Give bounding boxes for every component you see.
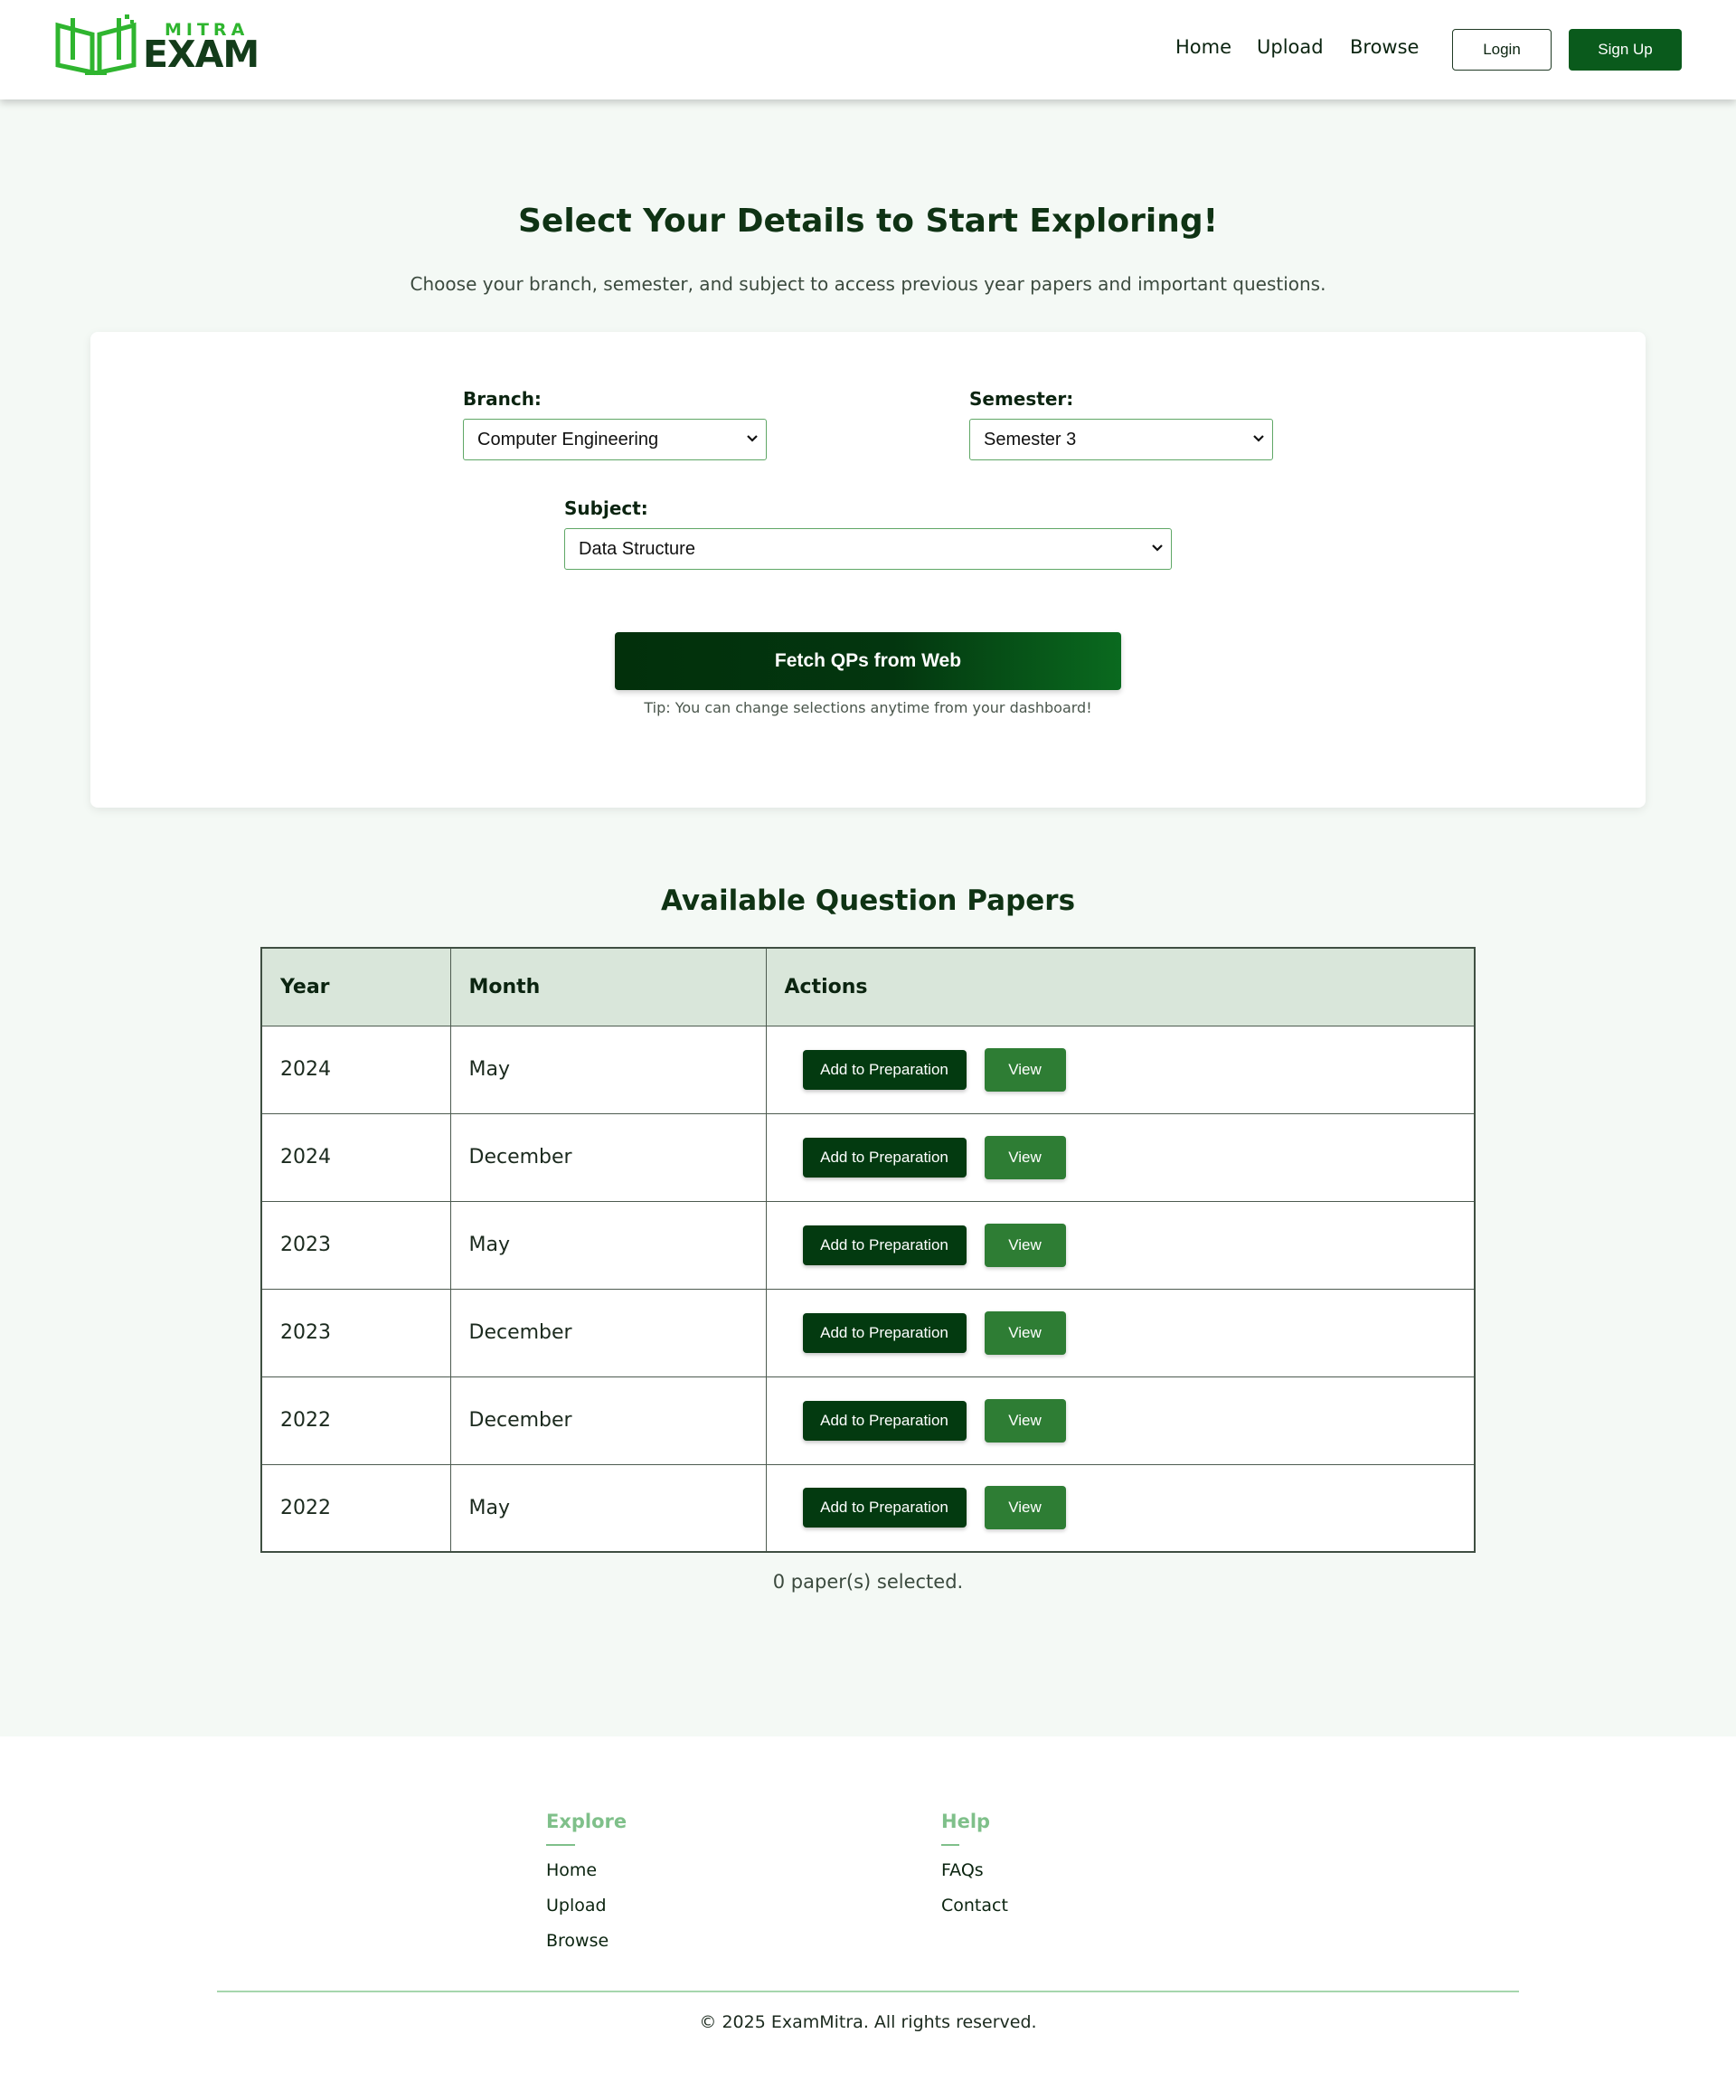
table-row: 2022 May Add to Preparation View <box>260 1463 1476 1553</box>
chevron-down-icon <box>1152 544 1163 552</box>
actions-cell: Add to Preparation View <box>765 1112 1476 1202</box>
month-cell: December <box>449 1376 767 1465</box>
footer-link-contact[interactable]: Contact <box>941 1896 1008 1916</box>
chevron-down-icon <box>1253 435 1264 442</box>
view-button[interactable]: View <box>984 1310 1066 1355</box>
site-logo[interactable]: MITRA EXAM <box>52 13 259 81</box>
column-header-actions: Actions <box>765 947 1476 1026</box>
column-header-year: Year <box>260 947 451 1026</box>
subject-label: Subject: <box>564 497 648 519</box>
selected-count-text: 0 paper(s) selected. <box>772 1571 964 1593</box>
subject-select[interactable]: Data Structure <box>564 528 1172 570</box>
add-to-preparation-button[interactable]: Add to Preparation <box>802 1312 967 1353</box>
table-header-row: Year Month Actions <box>260 947 1476 1026</box>
actions-cell: Add to Preparation View <box>765 1200 1476 1290</box>
signup-button[interactable]: Sign Up <box>1569 29 1682 71</box>
nav-browse-link[interactable]: Browse <box>1350 36 1419 58</box>
chevron-down-icon <box>747 435 758 442</box>
page-title: Select Your Details to Start Exploring! <box>518 203 1218 240</box>
view-button[interactable]: View <box>984 1047 1066 1092</box>
footer-divider <box>217 1991 1519 1992</box>
site-footer: Explore Home Upload Browse Help FAQs Con… <box>0 1736 1736 2100</box>
page-subtitle: Choose your branch, semester, and subjec… <box>410 273 1326 295</box>
table-row: 2023 May Add to Preparation View <box>260 1200 1476 1290</box>
table-row: 2024 May Add to Preparation View <box>260 1025 1476 1114</box>
view-button[interactable]: View <box>984 1135 1066 1179</box>
view-button[interactable]: View <box>984 1223 1066 1267</box>
year-cell: 2022 <box>260 1376 451 1465</box>
login-button[interactable]: Login <box>1452 29 1552 71</box>
add-to-preparation-button[interactable]: Add to Preparation <box>802 1137 967 1178</box>
month-cell: December <box>449 1112 767 1202</box>
month-cell: May <box>449 1200 767 1290</box>
papers-section-title: Available Question Papers <box>660 884 1076 917</box>
footer-explore-heading: Explore <box>546 1811 627 1832</box>
month-cell: May <box>449 1025 767 1114</box>
footer-link-home[interactable]: Home <box>546 1860 597 1880</box>
table-row: 2023 December Add to Preparation View <box>260 1288 1476 1377</box>
add-to-preparation-button[interactable]: Add to Preparation <box>802 1488 967 1528</box>
add-to-preparation-button[interactable]: Add to Preparation <box>802 1049 967 1090</box>
view-button[interactable]: View <box>984 1486 1066 1530</box>
papers-table: Year Month Actions 2024 May Add to Prepa… <box>260 947 1476 1553</box>
branch-select[interactable]: Computer Engineering <box>463 419 767 460</box>
actions-cell: Add to Preparation View <box>765 1025 1476 1114</box>
add-to-preparation-button[interactable]: Add to Preparation <box>802 1400 967 1441</box>
footer-link-upload[interactable]: Upload <box>546 1896 607 1916</box>
actions-cell: Add to Preparation View <box>765 1463 1476 1553</box>
tip-text: Tip: You can change selections anytime f… <box>644 699 1092 716</box>
nav-upload-link[interactable]: Upload <box>1257 36 1324 58</box>
branch-label: Branch: <box>463 388 542 410</box>
footer-help-underline <box>941 1844 959 1846</box>
site-header: MITRA EXAM Home Upload Browse Login Sign… <box>0 0 1736 99</box>
nav-home-link[interactable]: Home <box>1175 36 1231 58</box>
year-cell: 2023 <box>260 1288 451 1377</box>
branch-select-value: Computer Engineering <box>477 429 659 449</box>
table-row: 2022 December Add to Preparation View <box>260 1376 1476 1465</box>
view-button[interactable]: View <box>984 1398 1066 1443</box>
footer-link-faqs[interactable]: FAQs <box>941 1860 984 1880</box>
footer-link-browse[interactable]: Browse <box>546 1931 609 1951</box>
year-cell: 2022 <box>260 1463 451 1553</box>
year-cell: 2024 <box>260 1025 451 1114</box>
month-cell: May <box>449 1463 767 1553</box>
subject-select-value: Data Structure <box>579 538 695 559</box>
actions-cell: Add to Preparation View <box>765 1376 1476 1465</box>
semester-select[interactable]: Semester 3 <box>969 419 1273 460</box>
footer-help-heading: Help <box>941 1811 991 1832</box>
year-cell: 2024 <box>260 1112 451 1202</box>
open-book-icon <box>55 14 137 76</box>
footer-explore-underline <box>546 1844 575 1846</box>
table-row: 2024 December Add to Preparation View <box>260 1112 1476 1202</box>
copyright-text: © 2025 ExamMitra. All rights reserved. <box>699 2012 1037 2032</box>
selection-card: Branch: Computer Engineering Semester: S… <box>90 332 1646 808</box>
column-header-month: Month <box>449 947 767 1026</box>
fetch-qps-button[interactable]: Fetch QPs from Web <box>615 632 1121 690</box>
add-to-preparation-button[interactable]: Add to Preparation <box>802 1225 967 1265</box>
actions-cell: Add to Preparation View <box>765 1288 1476 1377</box>
semester-label: Semester: <box>969 388 1074 410</box>
logo-exam-text: EXAM <box>143 33 259 76</box>
year-cell: 2023 <box>260 1200 451 1290</box>
month-cell: December <box>449 1288 767 1377</box>
semester-select-value: Semester 3 <box>984 429 1077 449</box>
